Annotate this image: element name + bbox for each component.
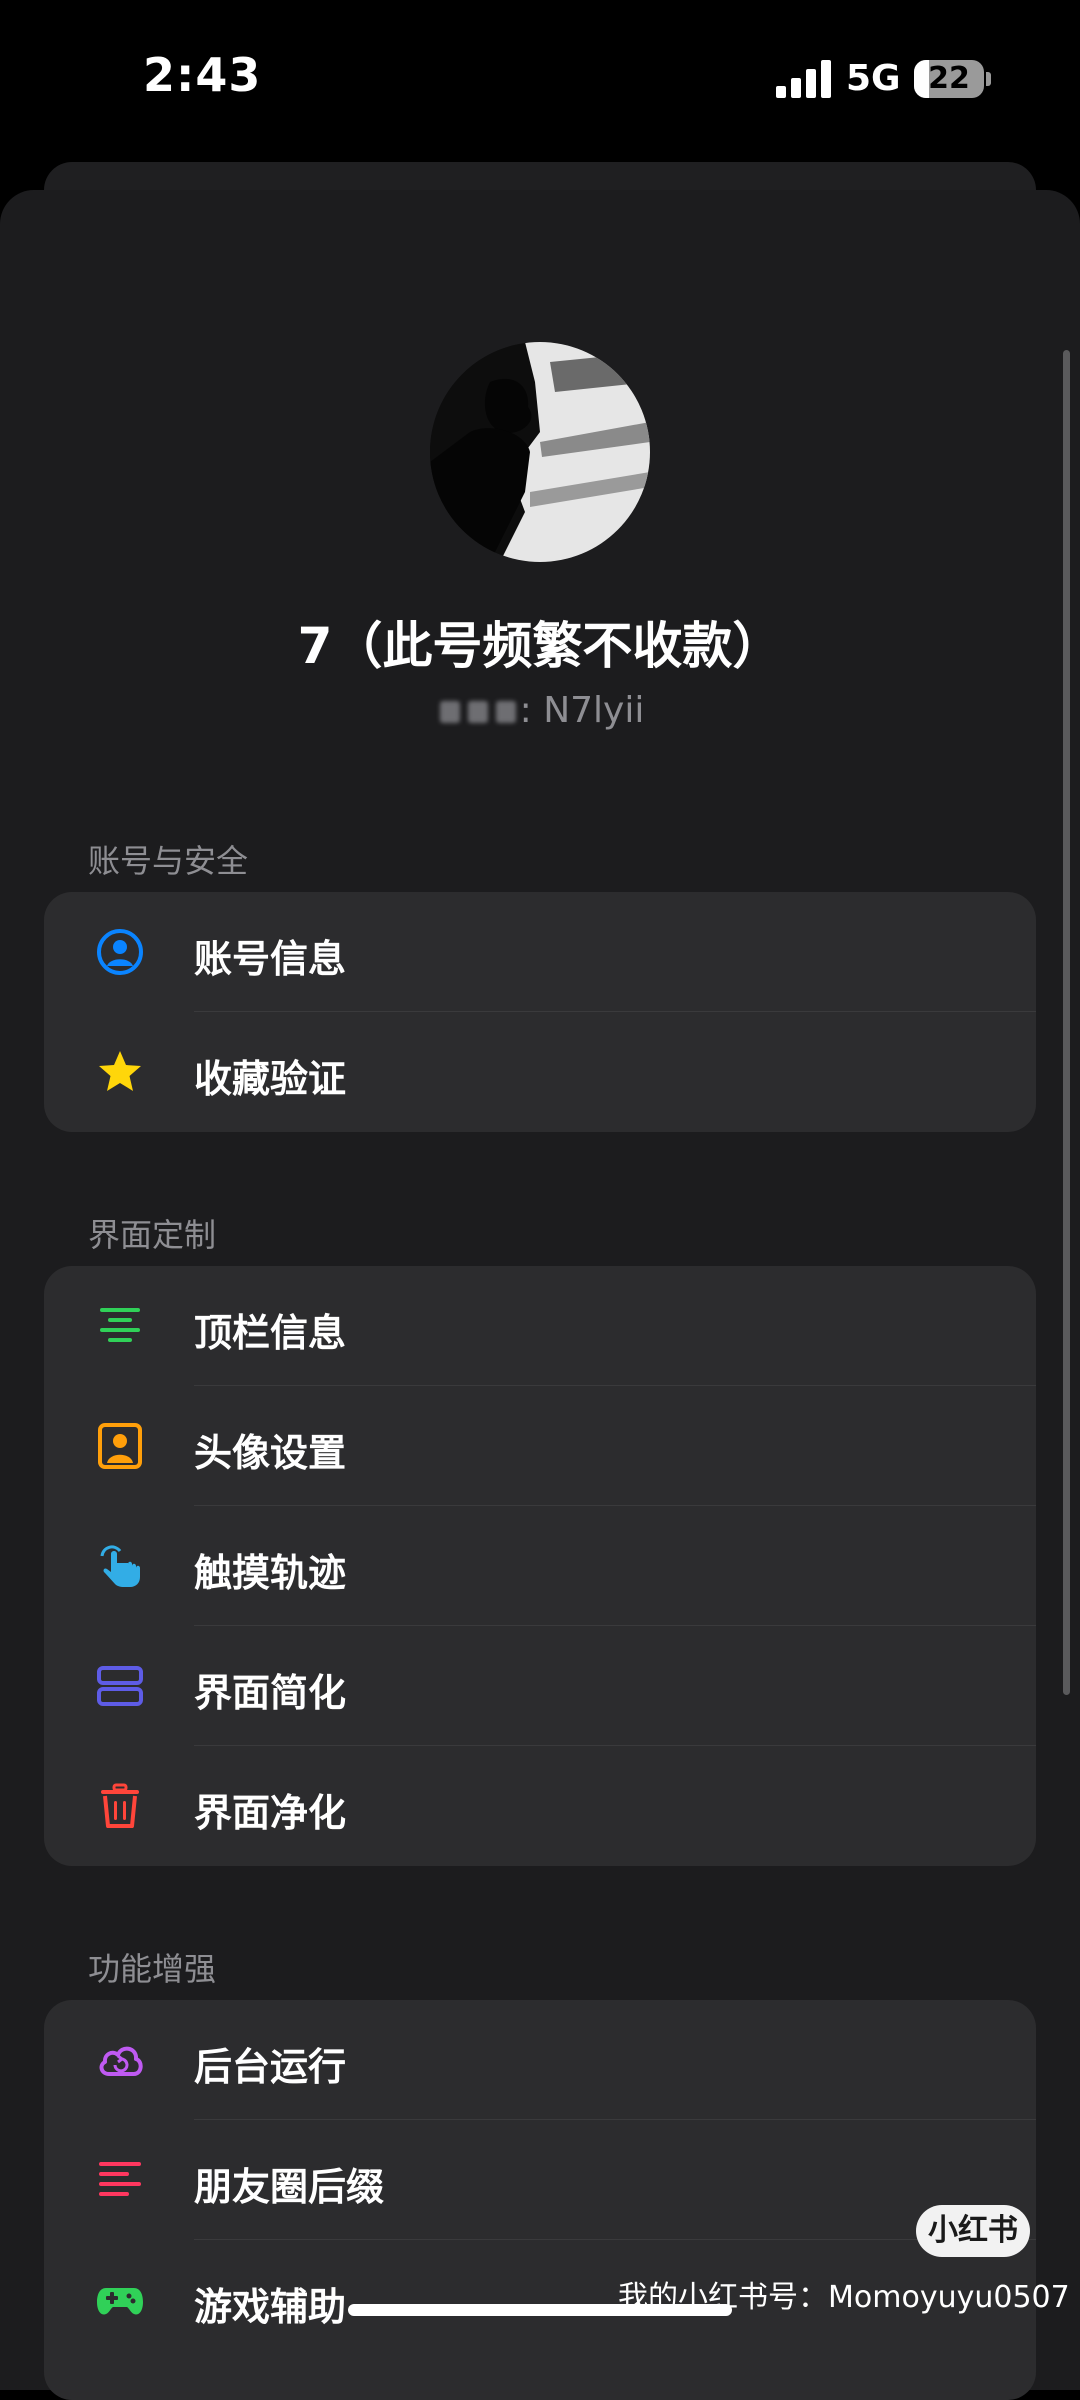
menu-item-label: 触摸轨迹 bbox=[194, 1551, 347, 1595]
status-bar: 2:43 5G 22 bbox=[0, 0, 1080, 160]
menu-item-avatar-settings[interactable]: 头像设置 bbox=[44, 1386, 1036, 1506]
xiaohongshu-badge: 小红书 bbox=[916, 2205, 1030, 2257]
section-header-account-security: 账号与安全 bbox=[88, 842, 249, 880]
group-account-security: 账号信息 收藏验证 bbox=[44, 892, 1036, 1132]
menu-item-ui-simplify[interactable]: 界面简化 bbox=[44, 1626, 1036, 1746]
group-feature-enhance: 后台运行 朋友圈后缀 游戏辅助 bbox=[44, 2000, 1036, 2400]
menu-item-label: 朋友圈后缀 bbox=[194, 2165, 385, 2209]
cloud-sync-icon bbox=[99, 2046, 143, 2076]
profile-id-value: : N7lyii bbox=[519, 690, 645, 731]
battery-percent: 22 bbox=[928, 61, 970, 96]
blurred-text bbox=[495, 701, 516, 723]
menu-item-label: 后台运行 bbox=[194, 2045, 347, 2089]
menu-item-touch-trail[interactable]: 触摸轨迹 bbox=[44, 1506, 1036, 1626]
menu-item-label: 游戏辅助 bbox=[194, 2285, 347, 2329]
menu-item-ui-cleanup[interactable]: 界面净化 bbox=[44, 1746, 1036, 1866]
group-ui-customization: 顶栏信息 头像设置 触摸轨迹 界面简化 界面净化 bbox=[44, 1266, 1036, 1866]
battery-icon: 22 bbox=[914, 60, 984, 98]
menu-item-label: 账号信息 bbox=[194, 937, 347, 981]
battery-cap bbox=[986, 72, 991, 86]
trash-icon bbox=[101, 1783, 139, 1828]
user-circle-icon bbox=[97, 929, 143, 975]
menu-item-background-run[interactable]: 后台运行 bbox=[44, 2000, 1036, 2120]
gamepad-icon bbox=[97, 2288, 143, 2315]
blurred-text bbox=[439, 701, 460, 723]
network-type: 5G bbox=[846, 58, 901, 99]
align-center-lines-icon bbox=[100, 1308, 140, 1342]
section-header-ui-customization: 界面定制 bbox=[88, 1216, 217, 1254]
signal-icon bbox=[776, 60, 832, 98]
portrait-icon bbox=[98, 1423, 142, 1469]
blurred-text bbox=[467, 701, 488, 723]
align-left-lines-icon bbox=[99, 2162, 141, 2196]
hand-tap-icon bbox=[100, 1545, 140, 1587]
profile-name: 7（此号频繁不收款） bbox=[297, 617, 783, 675]
scrollbar[interactable] bbox=[1063, 350, 1070, 1695]
section-header-feature-enhance: 功能增强 bbox=[88, 1950, 217, 1988]
menu-item-label: 界面净化 bbox=[194, 1791, 347, 1835]
avatar[interactable] bbox=[430, 342, 650, 562]
star-icon bbox=[99, 1051, 141, 1091]
menu-item-moments-suffix[interactable]: 朋友圈后缀 bbox=[44, 2120, 1036, 2240]
status-time: 2:43 bbox=[143, 48, 262, 102]
stacked-panels-icon bbox=[97, 1666, 143, 1706]
menu-item-label: 界面简化 bbox=[194, 1671, 347, 1715]
menu-item-account-info[interactable]: 账号信息 bbox=[44, 892, 1036, 1012]
menu-item-top-bar-info[interactable]: 顶栏信息 bbox=[44, 1266, 1036, 1386]
home-indicator[interactable] bbox=[348, 2304, 732, 2316]
menu-item-label: 头像设置 bbox=[194, 1431, 347, 1475]
profile-id: : N7lyii bbox=[0, 690, 1080, 731]
menu-item-label: 收藏验证 bbox=[194, 1057, 347, 1101]
menu-item-favorites-verify[interactable]: 收藏验证 bbox=[44, 1012, 1036, 1132]
menu-item-label: 顶栏信息 bbox=[194, 1311, 347, 1355]
